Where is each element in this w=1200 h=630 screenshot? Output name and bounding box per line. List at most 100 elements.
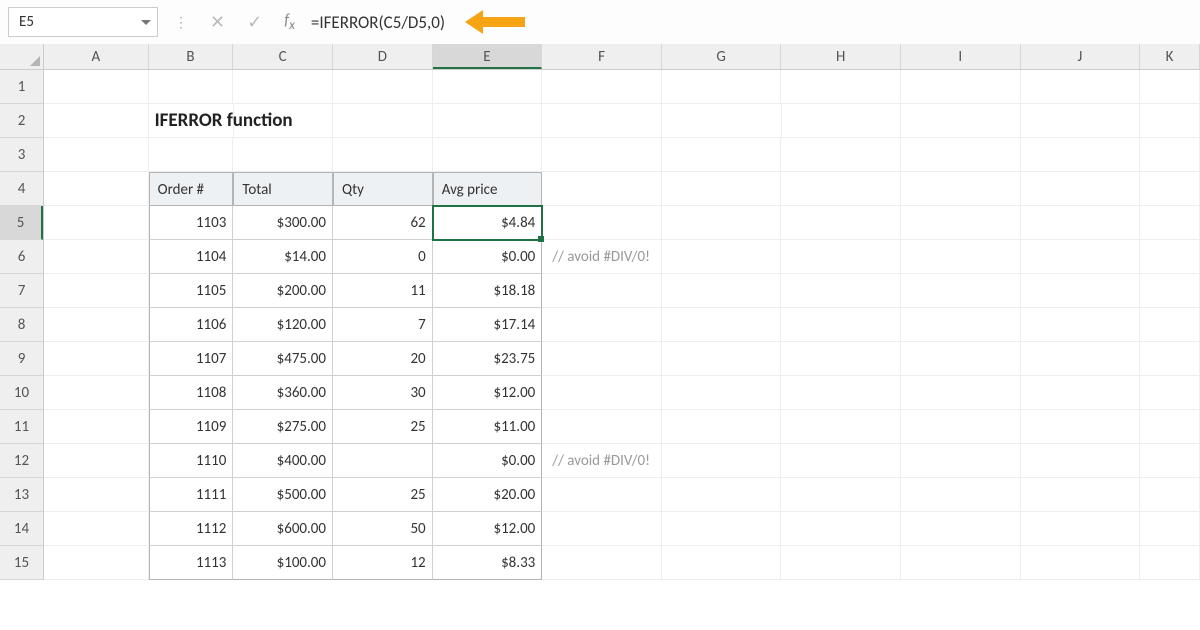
cell-A7[interactable] [44, 274, 149, 308]
cell-C5[interactable]: $300.00 [233, 206, 333, 240]
cell-B12[interactable]: 1110 [149, 444, 234, 478]
cell-D14[interactable]: 50 [333, 512, 433, 546]
cell-J13[interactable] [1021, 478, 1141, 512]
cell-G10[interactable] [662, 376, 782, 410]
cell-F7[interactable] [542, 274, 662, 308]
cell-F12[interactable]: // avoid #DIV/0! [542, 444, 662, 478]
cell-D10[interactable]: 30 [333, 376, 433, 410]
cell-B1[interactable] [149, 70, 234, 104]
cell-B9[interactable]: 1107 [149, 342, 234, 376]
cell-F10[interactable] [542, 376, 662, 410]
cell-F15[interactable] [542, 546, 662, 580]
cell-D12[interactable] [333, 444, 433, 478]
cell-J14[interactable] [1021, 512, 1141, 546]
cell-F8[interactable] [542, 308, 662, 342]
cell-A8[interactable] [44, 308, 149, 342]
row-header-10[interactable]: 10 [0, 376, 43, 410]
cell-D2[interactable] [333, 104, 433, 138]
cell-K13[interactable] [1140, 478, 1200, 512]
cell-F2[interactable] [542, 104, 662, 138]
cell-G12[interactable] [662, 444, 782, 478]
cell-J11[interactable] [1021, 410, 1141, 444]
cell-F9[interactable] [542, 342, 662, 376]
cell-K2[interactable] [1140, 104, 1200, 138]
cell-H2[interactable] [782, 104, 902, 138]
cell-H11[interactable] [781, 410, 901, 444]
cell-C14[interactable]: $600.00 [233, 512, 333, 546]
cell-H8[interactable] [781, 308, 901, 342]
cell-I10[interactable] [901, 376, 1021, 410]
col-header-A[interactable]: A [44, 44, 149, 69]
cell-B5[interactable]: 1103 [149, 206, 234, 240]
cell-D9[interactable]: 20 [333, 342, 433, 376]
cell-H13[interactable] [781, 478, 901, 512]
cell-E11[interactable]: $11.00 [433, 410, 543, 444]
cell-G3[interactable] [662, 138, 782, 172]
col-header-I[interactable]: I [901, 44, 1021, 69]
cell-F11[interactable] [542, 410, 662, 444]
cell-I11[interactable] [901, 410, 1021, 444]
cell-I5[interactable] [901, 206, 1021, 240]
cell-I8[interactable] [901, 308, 1021, 342]
cell-A11[interactable] [44, 410, 149, 444]
cell-K1[interactable] [1140, 70, 1200, 104]
cell-B7[interactable]: 1105 [149, 274, 234, 308]
cell-B6[interactable]: 1104 [149, 240, 234, 274]
cell-E8[interactable]: $17.14 [433, 308, 543, 342]
cell-H1[interactable] [781, 70, 901, 104]
cell-K14[interactable] [1140, 512, 1200, 546]
cell-K11[interactable] [1140, 410, 1200, 444]
cell-H10[interactable] [781, 376, 901, 410]
col-header-G[interactable]: G [662, 44, 782, 69]
cell-C11[interactable]: $275.00 [233, 410, 333, 444]
col-header-J[interactable]: J [1021, 44, 1141, 69]
vertical-dots-icon[interactable]: ⋮ [174, 14, 188, 31]
col-header-E[interactable]: E [433, 44, 543, 69]
row-header-4[interactable]: 4 [0, 172, 43, 206]
cell-B14[interactable]: 1112 [149, 512, 234, 546]
cell-J6[interactable] [1021, 240, 1141, 274]
select-all-corner[interactable] [0, 44, 44, 70]
col-header-H[interactable]: H [781, 44, 901, 69]
cell-J9[interactable] [1021, 342, 1141, 376]
cell-D13[interactable]: 25 [333, 478, 433, 512]
cell-A6[interactable] [44, 240, 149, 274]
col-header-K[interactable]: K [1140, 44, 1200, 69]
cell-K6[interactable] [1140, 240, 1200, 274]
cell-E2[interactable] [433, 104, 543, 138]
cell-K5[interactable] [1140, 206, 1200, 240]
cell-E3[interactable] [433, 138, 543, 172]
cell-G15[interactable] [662, 546, 782, 580]
cell-G1[interactable] [662, 70, 782, 104]
cell-B15[interactable]: 1113 [149, 546, 234, 580]
cell-G2[interactable] [662, 104, 782, 138]
cell-B10[interactable]: 1108 [149, 376, 234, 410]
row-header-9[interactable]: 9 [0, 342, 43, 376]
cell-H4[interactable] [781, 172, 901, 206]
cell-E14[interactable]: $12.00 [433, 512, 543, 546]
cell-I7[interactable] [901, 274, 1021, 308]
cell-C6[interactable]: $14.00 [233, 240, 333, 274]
cell-H9[interactable] [781, 342, 901, 376]
cell-K12[interactable] [1140, 444, 1200, 478]
cell-H14[interactable] [781, 512, 901, 546]
cell-G9[interactable] [662, 342, 782, 376]
cell-H7[interactable] [781, 274, 901, 308]
row-header-3[interactable]: 3 [0, 138, 43, 172]
cell-E7[interactable]: $18.18 [433, 274, 543, 308]
cell-B3[interactable] [149, 138, 234, 172]
cell-A4[interactable] [44, 172, 149, 206]
col-header-F[interactable]: F [542, 44, 662, 69]
cell-E5[interactable]: $4.84 [433, 206, 543, 240]
row-header-14[interactable]: 14 [0, 512, 43, 546]
formula-input[interactable]: =IFERROR(C5/D5,0) [311, 9, 1192, 35]
cell-J4[interactable] [1021, 172, 1141, 206]
cell-K7[interactable] [1140, 274, 1200, 308]
cell-B8[interactable]: 1106 [149, 308, 234, 342]
cell-C12[interactable]: $400.00 [233, 444, 333, 478]
cell-A5[interactable] [44, 206, 149, 240]
cell-A2[interactable] [44, 104, 149, 138]
name-box[interactable]: E5 [8, 7, 158, 37]
cell-A9[interactable] [44, 342, 149, 376]
cell-B13[interactable]: 1111 [149, 478, 234, 512]
